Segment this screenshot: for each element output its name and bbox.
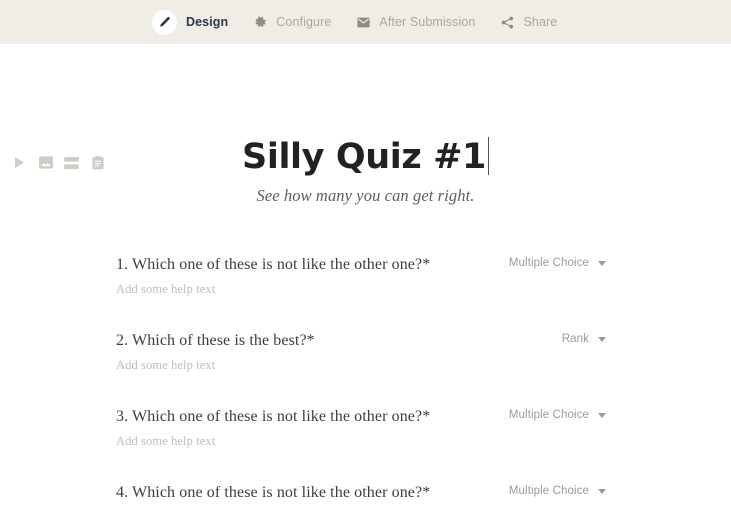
question-help-text[interactable]: Add some help text xyxy=(116,357,496,373)
question-text[interactable]: 2. Which of these is the best?* xyxy=(116,331,496,351)
envelope-icon xyxy=(357,17,370,28)
tab-design-label: Design xyxy=(186,15,229,29)
text-caret xyxy=(487,137,489,175)
question-type-dropdown[interactable]: Rank xyxy=(496,331,606,345)
question-help-text[interactable]: Add some help text xyxy=(116,433,496,449)
chevron-down-icon xyxy=(598,260,606,266)
question-content: 1. Which one of these is not like the ot… xyxy=(116,255,496,297)
question-row[interactable]: 3. Which one of these is not like the ot… xyxy=(116,407,606,483)
question-content: 4. Which one of these is not like the ot… xyxy=(116,483,496,510)
question-type-label: Rank xyxy=(561,333,589,345)
question-type-dropdown[interactable]: Multiple Choice xyxy=(496,407,606,421)
chevron-down-icon xyxy=(598,336,606,342)
question-help-text[interactable]: Add some help text xyxy=(116,281,496,297)
pencil-icon xyxy=(152,9,177,35)
gear-icon xyxy=(254,16,267,29)
form-canvas: Silly Quiz #1 See how many you can get r… xyxy=(0,44,731,510)
tab-after-submission[interactable]: After Submission xyxy=(357,0,475,44)
question-type-dropdown[interactable]: Multiple Choice xyxy=(496,483,606,497)
question-row[interactable]: 2. Which of these is the best?* Add some… xyxy=(116,331,606,407)
tab-share[interactable]: Share xyxy=(501,0,557,44)
tab-after-submission-label: After Submission xyxy=(379,15,476,29)
chevron-down-icon xyxy=(598,488,606,494)
question-type-label: Multiple Choice xyxy=(508,485,589,497)
form-title-text: Silly Quiz #1 xyxy=(242,137,486,177)
tab-configure[interactable]: Configure xyxy=(254,0,331,44)
form-header: Silly Quiz #1 See how many you can get r… xyxy=(0,134,731,206)
question-text[interactable]: 3. Which one of these is not like the ot… xyxy=(116,407,496,427)
form-title[interactable]: Silly Quiz #1 xyxy=(242,134,489,180)
question-content: 3. Which one of these is not like the ot… xyxy=(116,407,496,449)
tab-configure-label: Configure xyxy=(276,15,332,29)
tab-share-label: Share xyxy=(523,15,558,29)
question-text[interactable]: 4. Which one of these is not like the ot… xyxy=(116,483,496,503)
tab-design[interactable]: Design xyxy=(152,0,228,44)
question-text[interactable]: 1. Which one of these is not like the ot… xyxy=(116,255,496,275)
question-type-label: Multiple Choice xyxy=(508,257,589,269)
chevron-down-icon xyxy=(598,412,606,418)
question-row[interactable]: 4. Which one of these is not like the ot… xyxy=(116,483,606,510)
share-icon xyxy=(501,16,514,29)
question-type-dropdown[interactable]: Multiple Choice xyxy=(496,255,606,269)
question-row[interactable]: 1. Which one of these is not like the ot… xyxy=(116,255,606,331)
top-navigation-bar: Design Configure After Submission Share xyxy=(0,0,731,44)
form-subtitle[interactable]: See how many you can get right. xyxy=(0,186,731,206)
question-content: 2. Which of these is the best?* Add some… xyxy=(116,331,496,373)
question-list: 1. Which one of these is not like the ot… xyxy=(116,255,606,510)
question-type-label: Multiple Choice xyxy=(508,409,589,421)
